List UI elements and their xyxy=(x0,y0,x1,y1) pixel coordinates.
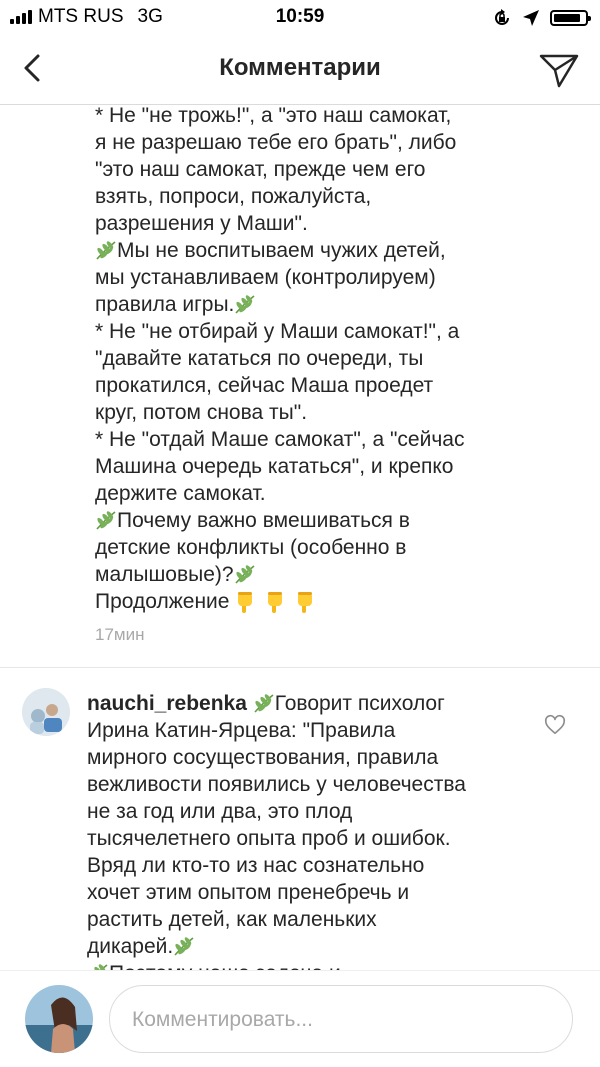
battery-icon xyxy=(550,10,588,26)
herb-leaf-icon xyxy=(253,693,275,713)
comment-text: Поэтому наша задача и xyxy=(109,962,341,970)
comment-username[interactable]: nauchi_rebenka xyxy=(87,692,247,715)
herb-leaf-icon xyxy=(87,963,109,970)
heart-outline-icon[interactable] xyxy=(544,714,566,736)
pointing-down-icon xyxy=(265,590,285,614)
avatar[interactable] xyxy=(22,688,70,736)
comment-text: Продолжение xyxy=(95,590,229,613)
comment-input[interactable] xyxy=(130,986,554,1054)
comment-paragraph: nauchi_rebenka Говорит психолог Ирина Ка… xyxy=(87,690,527,960)
herb-leaf-icon xyxy=(173,936,195,956)
divider xyxy=(0,667,600,668)
paper-plane-icon[interactable] xyxy=(538,48,580,90)
comment-paragraph: * Не "не трожь!", а "это наш самокат, я … xyxy=(95,105,535,237)
avatar-image xyxy=(25,985,93,1053)
pointing-down-icon xyxy=(295,590,315,614)
comment-composer xyxy=(0,970,600,1067)
comment-timestamp[interactable]: 17мин xyxy=(95,625,144,645)
lock-rotation-icon xyxy=(492,8,512,28)
comment-paragraph: Поэтому наша задача и xyxy=(87,960,527,970)
comment-paragraph: * Не "отдай Маше самокат", а "сейчас Маш… xyxy=(95,426,535,507)
comment-paragraph: Продолжение xyxy=(95,588,535,615)
comment-paragraph: * Не "не отбирай у Маши самокат!", а "да… xyxy=(95,318,535,426)
location-arrow-icon xyxy=(522,9,540,27)
avatar xyxy=(25,985,93,1053)
herb-leaf-icon xyxy=(95,510,117,530)
comment-text: Говорит психолог Ирина Катин-Ярцева: "Пр… xyxy=(87,692,466,958)
page-title: Комментарии xyxy=(0,54,600,82)
comments-list[interactable]: * Не "не трожь!", а "это наш самокат, я … xyxy=(0,105,600,970)
comment-text: Мы не воспитываем чужих детей, мы устана… xyxy=(95,239,446,316)
comment-paragraph: Мы не воспитываем чужих детей, мы устана… xyxy=(95,237,535,318)
comment-body: nauchi_rebenka Говорит психолог Ирина Ка… xyxy=(87,690,527,970)
avatar-image xyxy=(22,688,70,736)
comment-paragraph: Почему важно вмешиваться в детские конфл… xyxy=(95,507,535,588)
pointing-down-icon xyxy=(235,590,255,614)
herb-leaf-icon xyxy=(95,240,117,260)
status-right xyxy=(492,8,588,28)
header-bar: Комментарии xyxy=(0,34,600,105)
herb-leaf-icon xyxy=(234,294,256,314)
comment-continuation: * Не "не трожь!", а "это наш самокат, я … xyxy=(95,105,535,615)
herb-leaf-icon xyxy=(234,564,256,584)
comment-input-box[interactable] xyxy=(109,985,573,1053)
status-bar: MTS RUS 3G 10:59 xyxy=(0,0,600,34)
